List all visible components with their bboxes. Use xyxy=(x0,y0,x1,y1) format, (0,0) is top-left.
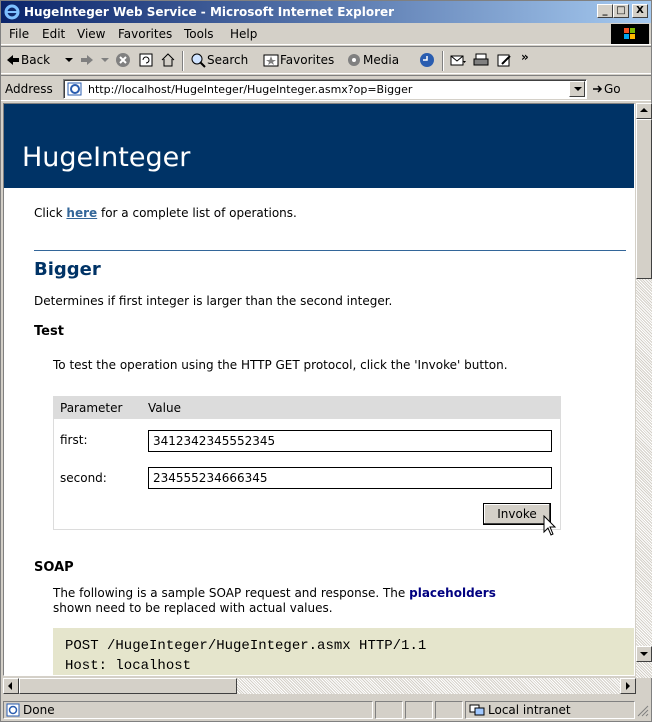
media-button[interactable]: Media xyxy=(363,53,399,67)
resize-grip-icon[interactable] xyxy=(637,705,649,717)
close-button[interactable]: X xyxy=(632,4,648,18)
status-cell-1 xyxy=(375,701,403,719)
vertical-scrollbar[interactable] xyxy=(636,103,652,678)
scroll-up-button[interactable] xyxy=(636,103,652,119)
back-dropdown-icon[interactable] xyxy=(61,52,77,68)
test-form: Parameter Value first: second: Invoke xyxy=(53,396,561,536)
section-divider xyxy=(34,250,626,251)
service-title: HugeInteger xyxy=(22,142,191,173)
toolbar-overflow-chevron[interactable]: » xyxy=(521,50,529,64)
horizontal-scroll-thumb[interactable] xyxy=(19,678,237,694)
back-button[interactable]: Back xyxy=(21,53,50,67)
favorites-button[interactable]: Favorites xyxy=(280,53,334,67)
horizontal-scrollbar[interactable] xyxy=(3,678,636,694)
refresh-icon[interactable] xyxy=(138,52,154,68)
operations-list-link[interactable]: here xyxy=(66,206,97,220)
page-banner: HugeInteger xyxy=(4,104,634,188)
second-input[interactable] xyxy=(148,467,552,489)
stop-icon[interactable] xyxy=(115,52,131,68)
soap-desc-text: The following is a sample SOAP request a… xyxy=(53,586,410,600)
placeholders-link[interactable]: placeholders xyxy=(409,586,496,600)
operation-description: Determines if first integer is larger th… xyxy=(34,294,393,308)
status-text: Done xyxy=(23,703,55,717)
scroll-down-button[interactable] xyxy=(636,646,652,662)
soap-heading: SOAP xyxy=(34,560,74,575)
intro-text-before: Click xyxy=(34,206,67,220)
code-text: POST /HugeInteger/HugeInteger.asmx HTTP/… xyxy=(65,636,427,675)
page-content: HugeInteger Click here for a complete li… xyxy=(3,103,635,676)
title-bar[interactable]: HugeInteger Web Service - Microsoft Inte… xyxy=(1,1,651,23)
code-line-2: Host: localhost xyxy=(65,658,192,674)
back-arrow-icon xyxy=(7,55,19,65)
first-label: first: xyxy=(60,433,88,447)
favorites-icon xyxy=(263,54,279,67)
toolbar-separator xyxy=(442,51,444,71)
search-button[interactable]: Search xyxy=(207,53,248,67)
scroll-left-button[interactable] xyxy=(3,678,19,694)
test-form-header: Parameter Value xyxy=(54,397,560,419)
scroll-right-button[interactable] xyxy=(620,678,636,694)
parameter-header: Parameter xyxy=(60,401,123,415)
mail-icon[interactable] xyxy=(450,52,466,68)
soap-description: The following is a sample SOAP request a… xyxy=(53,586,496,600)
search-icon xyxy=(191,53,206,68)
test-heading: Test xyxy=(34,324,64,339)
zone-cell: Local intranet xyxy=(465,701,635,719)
status-cell-2 xyxy=(405,701,433,719)
maximize-button[interactable]: □ xyxy=(613,4,629,18)
vertical-scroll-thumb[interactable] xyxy=(636,119,652,279)
status-cell-3 xyxy=(435,701,463,719)
code-line-1: POST /HugeInteger/HugeInteger.asmx HTTP/… xyxy=(65,638,427,654)
menu-bar: File Edit View Favorites Tools Help xyxy=(1,23,651,45)
first-input[interactable] xyxy=(148,430,552,452)
menu-file[interactable]: File xyxy=(9,27,29,41)
menu-edit[interactable]: Edit xyxy=(42,27,65,41)
edit-icon[interactable] xyxy=(496,52,512,68)
local-intranet-icon xyxy=(469,704,485,716)
standard-toolbar: Back Search Favorites Media » xyxy=(1,46,651,74)
test-description: To test the operation using the HTTP GET… xyxy=(53,358,508,372)
go-button[interactable]: Go xyxy=(604,82,621,96)
invoke-button[interactable]: Invoke xyxy=(483,503,551,525)
print-icon[interactable] xyxy=(473,52,489,68)
operation-title: Bigger xyxy=(34,259,101,280)
status-message-cell: Done xyxy=(3,701,373,719)
internet-explorer-icon xyxy=(4,4,20,20)
address-label: Address xyxy=(5,82,53,96)
windows-logo-icon xyxy=(611,24,649,44)
soap-description-line2: shown need to be replaced with actual va… xyxy=(53,601,333,615)
second-label: second: xyxy=(60,471,107,485)
menu-tools[interactable]: Tools xyxy=(184,27,214,41)
zone-text: Local intranet xyxy=(488,703,571,717)
menu-view[interactable]: View xyxy=(77,27,105,41)
browser-window: HugeInteger Web Service - Microsoft Inte… xyxy=(0,0,652,722)
address-url: http://localhost/HugeInteger/HugeInteger… xyxy=(88,83,413,96)
window-title: HugeInteger Web Service - Microsoft Inte… xyxy=(24,5,395,19)
minimize-button[interactable]: _ xyxy=(597,4,613,18)
history-icon[interactable] xyxy=(419,52,435,68)
address-dropdown-button[interactable] xyxy=(569,81,585,97)
status-bar: Done Local intranet xyxy=(1,699,651,721)
go-arrow-icon[interactable] xyxy=(591,82,605,96)
toolbar-separator xyxy=(182,51,184,71)
soap-code-block: POST /HugeInteger/HugeInteger.asmx HTTP/… xyxy=(53,628,634,675)
menu-favorites[interactable]: Favorites xyxy=(118,27,172,41)
forward-dropdown-icon[interactable] xyxy=(97,52,113,68)
menu-help[interactable]: Help xyxy=(230,27,257,41)
ie-page-icon xyxy=(67,82,82,96)
address-bar: Address http://localhost/HugeInteger/Hug… xyxy=(1,75,651,101)
forward-arrow-icon[interactable] xyxy=(79,52,95,68)
operations-intro: Click here for a complete list of operat… xyxy=(34,206,297,220)
mouse-pointer-icon xyxy=(543,515,557,536)
address-input[interactable]: http://localhost/HugeInteger/HugeInteger… xyxy=(63,79,587,99)
intro-text-after: for a complete list of operations. xyxy=(97,206,297,220)
value-header: Value xyxy=(148,401,181,415)
media-icon xyxy=(348,54,360,66)
page-done-icon xyxy=(6,703,20,717)
home-icon[interactable] xyxy=(160,52,176,68)
